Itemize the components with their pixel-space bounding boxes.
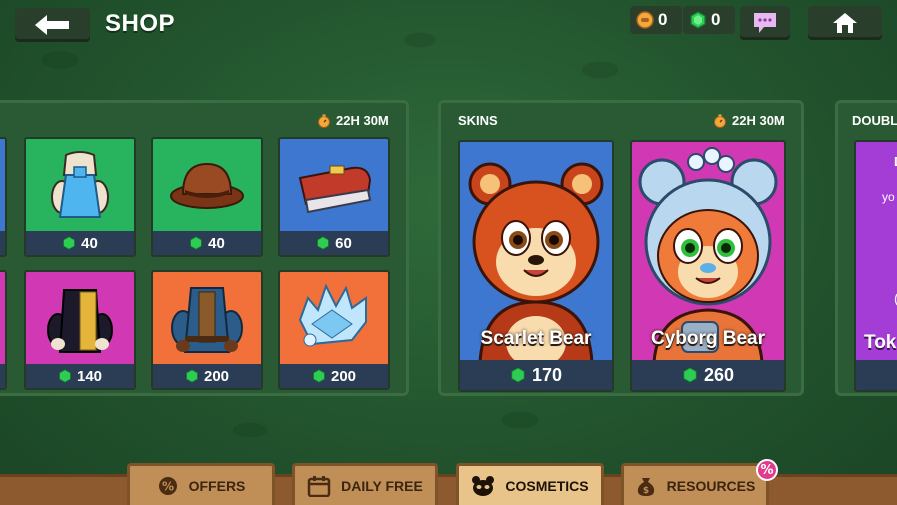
chat-bubble-icon — [754, 13, 776, 33]
page-title: SHOP — [105, 10, 176, 37]
coat-icon — [171, 287, 243, 353]
coin-count: 0 — [658, 10, 668, 29]
calendar-icon — [307, 475, 331, 497]
coin-counter: 0 — [630, 6, 682, 34]
tab-label: DAILY FREE — [341, 477, 423, 494]
skin-card-cyborg-bear[interactable]: Cyborg Bear 260 — [630, 140, 786, 392]
skins-title: SKINS — [458, 113, 498, 128]
home-icon — [833, 13, 857, 33]
home-button[interactable] — [808, 6, 882, 40]
double-offer-card[interactable]: D yo ( Toke — [854, 140, 897, 392]
skins-timer: 22H 30M — [713, 113, 785, 128]
item-price: 140 — [76, 367, 103, 385]
gem-icon — [59, 369, 71, 383]
gem-counter: 0 — [683, 6, 735, 34]
item-card-bowler-hat[interactable]: 40 — [151, 137, 263, 257]
skins-panel: SKINS 22H 30M Scarlet Bear 170 Cyborg Be… — [438, 100, 804, 396]
cosmetics-items-panel: 22H 30M 40 40 60 140 200 200 — [0, 100, 409, 396]
svg-text:$: $ — [643, 486, 649, 496]
double-panel: DOUBLE D yo ( Toke — [835, 100, 897, 396]
item-price: 200 — [203, 367, 230, 385]
skin-name: Cyborg Bear — [650, 328, 766, 349]
item-price: 200 — [330, 367, 357, 385]
back-arrow-icon — [35, 15, 69, 35]
item-price: 60 — [335, 234, 352, 252]
shoes-icon — [298, 165, 372, 214]
gem-icon — [511, 367, 525, 383]
chat-button[interactable] — [740, 6, 790, 40]
jacket-icon — [47, 289, 113, 353]
tab-daily-free[interactable]: DAILY FREE — [292, 463, 438, 505]
bear-mask-icon — [472, 475, 495, 496]
skin-price: 170 — [531, 364, 563, 385]
svg-text:%: % — [162, 479, 174, 493]
item-price: 40 — [208, 234, 225, 252]
tab-resources[interactable]: $ RESOURCES — [621, 463, 769, 505]
tab-cosmetics[interactable]: COSMETICS — [456, 463, 604, 505]
coin-icon — [636, 11, 654, 29]
item-card-crystal-hat[interactable]: 200 — [278, 270, 390, 390]
percent-gear-icon: % — [158, 476, 177, 495]
money-bag-icon: $ — [637, 477, 654, 496]
back-button[interactable] — [15, 8, 90, 42]
skin-card-scarlet-bear[interactable]: Scarlet Bear 170 — [458, 140, 614, 392]
skin-name: Scarlet Bear — [480, 328, 592, 349]
tab-label: OFFERS — [188, 477, 246, 494]
partial-item-card[interactable] — [0, 270, 7, 390]
partial-item-card[interactable] — [0, 137, 7, 257]
crystal-hat-icon — [298, 283, 367, 347]
resources-sale-badge: % — [756, 459, 778, 481]
gem-icon — [190, 236, 202, 250]
gem-icon — [313, 369, 325, 383]
cosmetics-timer: 22H 30M — [317, 113, 389, 128]
gem-icon — [186, 369, 198, 383]
stopwatch-icon — [714, 114, 726, 128]
tab-label: COSMETICS — [505, 477, 589, 494]
item-card-blue-coat[interactable]: 200 — [151, 270, 263, 390]
gem-icon — [317, 236, 329, 250]
double-title: DOUBLE — [852, 113, 897, 128]
gem-count: 0 — [711, 10, 721, 29]
skin-price: 260 — [703, 364, 735, 385]
double-card-line: Toke — [864, 332, 897, 353]
overalls-outfit-icon — [51, 151, 109, 218]
item-card-red-shoes[interactable]: 60 — [278, 137, 390, 257]
gem-icon — [690, 11, 706, 29]
stopwatch-icon — [318, 114, 330, 128]
tab-offers[interactable]: % OFFERS — [127, 463, 275, 505]
tab-label: RESOURCES — [666, 477, 756, 494]
item-card-gold-jacket[interactable]: 140 — [24, 270, 136, 390]
item-price: 40 — [81, 234, 98, 252]
double-card-price-bar — [856, 360, 897, 390]
gem-icon — [683, 367, 697, 383]
gem-icon — [63, 236, 75, 250]
item-card-blue-overalls[interactable]: 40 — [24, 137, 136, 257]
bowler-hat-icon — [170, 162, 244, 209]
double-card-line: yo — [882, 190, 895, 204]
